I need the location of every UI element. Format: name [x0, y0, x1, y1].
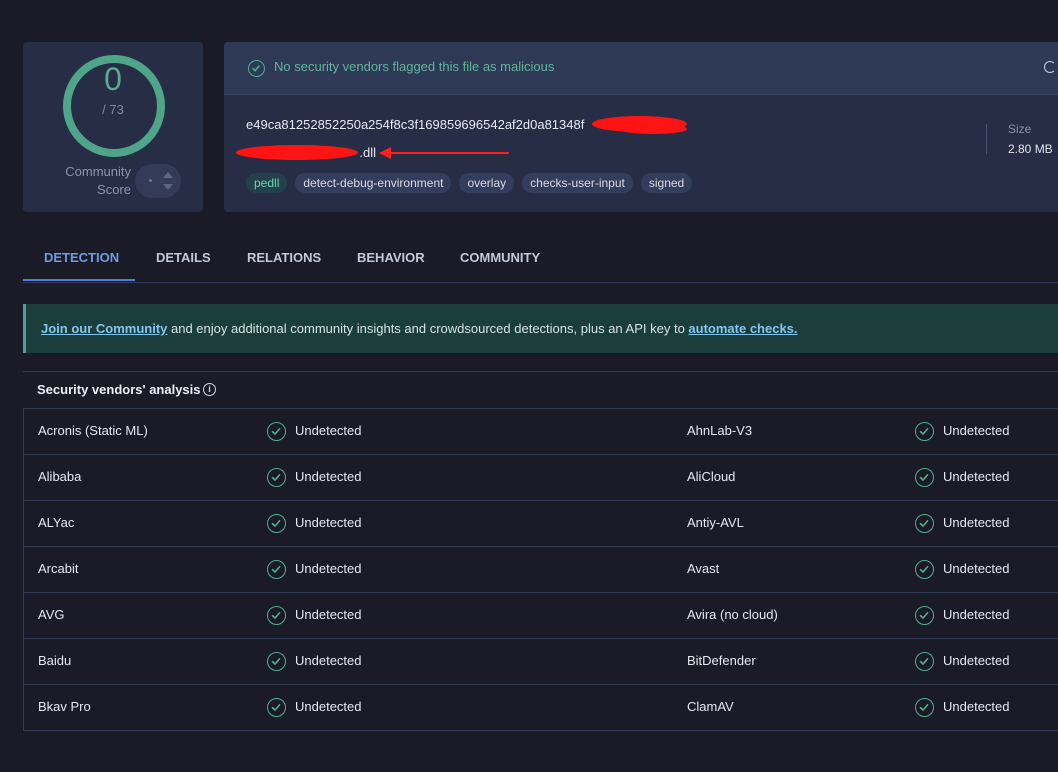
- verdict-text: No security vendors flagged this file as…: [274, 59, 555, 74]
- tab-community[interactable]: COMMUNITY: [460, 250, 540, 265]
- community-banner: Join our Community and enjoy additional …: [23, 304, 1058, 353]
- vendor-name: ALYac: [38, 515, 75, 530]
- vote-up-icon[interactable]: [163, 172, 173, 178]
- vendor-name: Acronis (Static ML): [38, 423, 148, 438]
- vendor-result: Undetected: [295, 607, 362, 622]
- vendor-row: Alibaba Undetected AliCloud Undetected: [24, 455, 1058, 501]
- tab-relations[interactable]: RELATIONS: [247, 250, 321, 265]
- file-summary-card: No security vendors flagged this file as…: [224, 42, 1058, 212]
- community-score-label: Community Score: [65, 164, 131, 197]
- vendor-name: Alibaba: [38, 469, 82, 484]
- vendor-result: Undetected: [295, 653, 362, 668]
- check-circle-icon: [267, 606, 286, 625]
- tag-overlay[interactable]: overlay: [459, 173, 515, 193]
- community-score-card: 0 / 73 Community Score: [23, 42, 203, 212]
- vote-down-icon[interactable]: [163, 184, 173, 190]
- automate-checks-link[interactable]: automate checks.: [688, 321, 797, 336]
- reanalyze-icon[interactable]: [1044, 61, 1056, 73]
- vendor-result: Undetected: [943, 469, 1010, 484]
- join-community-link[interactable]: Join our Community: [41, 321, 167, 336]
- check-circle-icon: [267, 468, 286, 487]
- tab-detection[interactable]: DETECTION: [44, 250, 119, 265]
- active-tab-indicator: [23, 279, 135, 281]
- vendor-result: Undetected: [943, 607, 1010, 622]
- tag-detect-debug-environment[interactable]: detect-debug-environment: [295, 173, 452, 193]
- check-circle-icon: [267, 698, 286, 717]
- vendor-table: Acronis (Static ML) Undetected AhnLab-V3…: [23, 408, 1058, 731]
- size-label: Size: [1008, 122, 1032, 136]
- verdict-bar: No security vendors flagged this file as…: [224, 42, 1058, 95]
- size-value: 2.80 MB: [1008, 142, 1053, 156]
- vendor-name: Bkav Pro: [38, 699, 91, 714]
- vendor-name: BitDefender: [687, 653, 756, 668]
- vendor-row: Acronis (Static ML) Undetected AhnLab-V3…: [24, 409, 1058, 455]
- vendor-result: Undetected: [943, 515, 1010, 530]
- banner-message: and enjoy additional community insights …: [167, 321, 689, 336]
- vendor-name: ClamAV: [687, 699, 734, 714]
- vendor-result: Undetected: [295, 515, 362, 530]
- vendor-name: Avast: [687, 561, 720, 576]
- vendor-result: Undetected: [295, 469, 362, 484]
- vendor-name: Avira (no cloud): [687, 607, 778, 622]
- vendor-result: Undetected: [295, 561, 362, 576]
- vendor-row: Baidu Undetected BitDefender Undetected: [24, 639, 1058, 685]
- vendors-analysis-title: Security vendors' analysis: [37, 382, 201, 397]
- tag-checks-user-input[interactable]: checks-user-input: [522, 173, 633, 193]
- vendors-analysis-panel: Security vendors' analysis i Acronis (St…: [23, 371, 1058, 772]
- vendor-name: Arcabit: [38, 561, 79, 576]
- tab-details[interactable]: DETAILS: [156, 250, 211, 265]
- annotation-arrow-line: [387, 152, 509, 154]
- vendor-row: ALYac Undetected Antiy-AVL Undetected: [24, 501, 1058, 547]
- check-circle-icon: [915, 698, 934, 717]
- check-circle-icon: [267, 422, 286, 441]
- vendor-row: Arcabit Undetected Avast Undetected: [24, 547, 1058, 593]
- detection-score-total: / 73: [102, 102, 124, 117]
- check-circle-icon: [915, 560, 934, 579]
- check-circle-icon: [915, 606, 934, 625]
- tag-signed[interactable]: signed: [640, 173, 693, 193]
- vendor-name: Baidu: [38, 653, 72, 668]
- check-circle-icon: [248, 60, 265, 77]
- info-icon[interactable]: i: [203, 383, 216, 396]
- vendor-row: Bkav Pro Undetected ClamAV Undetected: [24, 685, 1058, 731]
- size-divider: [986, 124, 987, 154]
- check-circle-icon: [915, 514, 934, 533]
- vendor-result: Undetected: [943, 699, 1010, 714]
- check-circle-icon: [267, 652, 286, 671]
- banner-text: Join our Community and enjoy additional …: [41, 321, 798, 336]
- vendor-result: Undetected: [295, 699, 362, 714]
- vendor-result: Undetected: [943, 653, 1010, 668]
- check-circle-icon: [267, 514, 286, 533]
- check-circle-icon: [267, 560, 286, 579]
- check-circle-icon: [915, 468, 934, 487]
- file-tags: pedll detect-debug-environment overlay c…: [246, 173, 693, 193]
- file-hash[interactable]: e49ca81252852250a254f8c3f169859696542af2…: [246, 117, 584, 132]
- vendor-result: Undetected: [943, 423, 1010, 438]
- community-score-stepper[interactable]: [135, 164, 181, 198]
- detection-score-value: 0: [104, 61, 122, 97]
- vendor-result: Undetected: [943, 561, 1010, 576]
- tag-pedll[interactable]: pedll: [246, 173, 288, 193]
- vendor-name: Antiy-AVL: [687, 515, 744, 530]
- vendor-name: AhnLab-V3: [687, 423, 753, 438]
- redaction-mark: [236, 145, 358, 160]
- vendor-result: Undetected: [295, 423, 362, 438]
- tab-behavior[interactable]: BEHAVIOR: [357, 250, 425, 265]
- report-tabs: DETECTION DETAILS RELATIONS BEHAVIOR COM…: [23, 240, 1058, 283]
- check-circle-icon: [915, 422, 934, 441]
- vendor-row: AVG Undetected Avira (no cloud) Undetect…: [24, 593, 1058, 639]
- score-dot: [149, 179, 152, 182]
- vendor-name: AliCloud: [687, 469, 736, 484]
- check-circle-icon: [915, 652, 934, 671]
- redaction-mark: [619, 124, 687, 134]
- vendor-name: AVG: [38, 607, 65, 622]
